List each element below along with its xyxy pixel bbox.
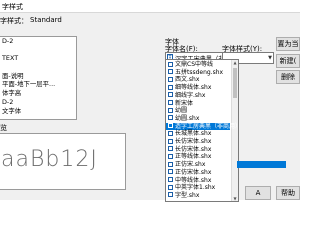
- font-option-label: 中等线体.shx: [175, 176, 212, 184]
- selected-item-overflow: [237, 161, 286, 169]
- font-option-label: 长城黑体.shx: [175, 130, 212, 138]
- scroll-thumb[interactable]: [233, 68, 237, 98]
- font-option[interactable]: 长城黑体.shx: [166, 130, 232, 137]
- font-option-label: 正等线体.shx: [175, 153, 212, 161]
- scroll-up-icon[interactable]: ▲: [232, 60, 238, 65]
- style-list-item[interactable]: 面-说明: [0, 72, 76, 81]
- font-option-label: 造字工房典黑（非商用）粗体: [175, 122, 238, 130]
- font-type-icon: [168, 161, 173, 167]
- preview-text: aaBb12J: [1, 147, 98, 172]
- font-option-label: 细线字.shx: [175, 91, 206, 99]
- chevron-down-icon[interactable]: ▼: [268, 55, 272, 61]
- font-option[interactable]: 五拼tssdeng.shx: [166, 69, 232, 76]
- font-type-icon: [168, 69, 173, 75]
- font-type-icon: [168, 153, 173, 159]
- font-option[interactable]: 造字工房典黑（非商用）粗体: [166, 122, 238, 130]
- text-style-dialog: 字样式 字样式： Standard D-2 TEXT 面-说明 平面-地下一层平...…: [0, 0, 300, 202]
- font-type-icon: [168, 130, 173, 136]
- font-type-icon: [168, 92, 173, 98]
- current-style-value: Standard: [30, 16, 62, 24]
- styles-list[interactable]: D-2 TEXT 面-说明 平面-地下一层平... 体字高 D-2 文字体: [0, 36, 77, 120]
- delete-button[interactable]: 删除: [276, 70, 300, 84]
- style-list-item[interactable]: D-2: [0, 98, 76, 107]
- style-list-item[interactable]: TEXT: [0, 54, 76, 63]
- current-style-label: 字样式：: [0, 17, 28, 25]
- font-option[interactable]: 新宋体: [166, 100, 232, 107]
- font-type-icon: [168, 115, 173, 121]
- font-option-label: 幼圆.shx: [175, 114, 200, 122]
- style-list-item[interactable]: 文字体: [0, 107, 76, 116]
- font-name-dropdown-list[interactable]: ▲ ▼ 文鼎CS中等线 五拼tssdeng.shx 西文.shx 细等线体.shx 细线…: [165, 59, 239, 202]
- preview-label: 览: [0, 124, 7, 132]
- font-type-icon: [168, 107, 173, 113]
- font-option[interactable]: 幼圆: [166, 107, 232, 114]
- font-option[interactable]: 长仿宋体.shx: [166, 138, 232, 145]
- new-button[interactable]: 新建(: [276, 54, 300, 68]
- dropdown-scrollbar[interactable]: ▲ ▼: [231, 60, 238, 201]
- style-list-item[interactable]: [0, 63, 76, 72]
- font-option[interactable]: 中英字体1.shx: [166, 184, 232, 191]
- font-option-label: 正仿宋体.shx: [175, 168, 212, 176]
- font-type-icon: [168, 192, 173, 198]
- font-type-icon: [168, 184, 173, 190]
- font-type-icon: [168, 146, 173, 152]
- font-option-label: 中英字体1.shx: [175, 184, 216, 192]
- font-option-label: 新宋体: [175, 99, 194, 107]
- font-type-icon: [168, 61, 173, 67]
- style-list-item[interactable]: D-2: [0, 37, 76, 46]
- font-type-icon: [168, 177, 173, 182]
- font-option-label: 文鼎CS中等线: [175, 61, 213, 68]
- set-current-button[interactable]: 置为当: [276, 37, 300, 51]
- style-list-item[interactable]: [0, 46, 76, 55]
- font-option[interactable]: 细线字.shx: [166, 92, 232, 99]
- font-option[interactable]: 正仿宋体.shx: [166, 169, 232, 176]
- font-option-label: 五拼tssdeng.shx: [175, 68, 224, 76]
- font-type-icon: [168, 123, 173, 129]
- font-option[interactable]: 中等线体.shx: [166, 177, 232, 184]
- style-list-item[interactable]: 体字高: [0, 89, 76, 98]
- style-list-item[interactable]: 平面-地下一层平...: [0, 80, 76, 89]
- font-option[interactable]: 正仿宋.shx: [166, 161, 232, 168]
- font-option[interactable]: 细等线体.shx: [166, 84, 232, 91]
- font-option-label: 长仿宋体.shx: [175, 145, 212, 153]
- font-type-icon: [168, 138, 173, 144]
- scroll-down-icon[interactable]: ▼: [232, 196, 238, 201]
- font-option-label: 正仿宋.shx: [175, 161, 206, 169]
- preview-box: aaBb12J: [0, 133, 126, 190]
- dialog-title: 字样式: [2, 3, 23, 11]
- font-type-icon: [168, 84, 173, 90]
- font-option[interactable]: 正等线体.shx: [166, 153, 232, 160]
- help-button[interactable]: 帮助: [276, 186, 300, 200]
- font-option-label: 西文.shx: [175, 76, 200, 84]
- font-option-label: 幼圆: [175, 107, 188, 115]
- font-option[interactable]: 文鼎CS中等线: [166, 61, 232, 68]
- font-option-label: 字型.shx: [175, 191, 200, 199]
- font-option-label: 细等线体.shx: [175, 84, 212, 92]
- font-type-icon: [168, 76, 173, 82]
- title-bar: 字样式: [0, 0, 300, 13]
- font-option[interactable]: 字型.shx: [166, 192, 232, 199]
- font-option[interactable]: 长仿宋体.shx: [166, 146, 232, 153]
- font-option[interactable]: 幼圆.shx: [166, 115, 232, 122]
- font-option[interactable]: 西文.shx: [166, 76, 232, 83]
- font-type-icon: [168, 100, 173, 105]
- font-option-label: 长仿宋体.shx: [175, 138, 212, 145]
- apply-button[interactable]: A: [245, 186, 271, 200]
- font-type-icon: [168, 169, 173, 175]
